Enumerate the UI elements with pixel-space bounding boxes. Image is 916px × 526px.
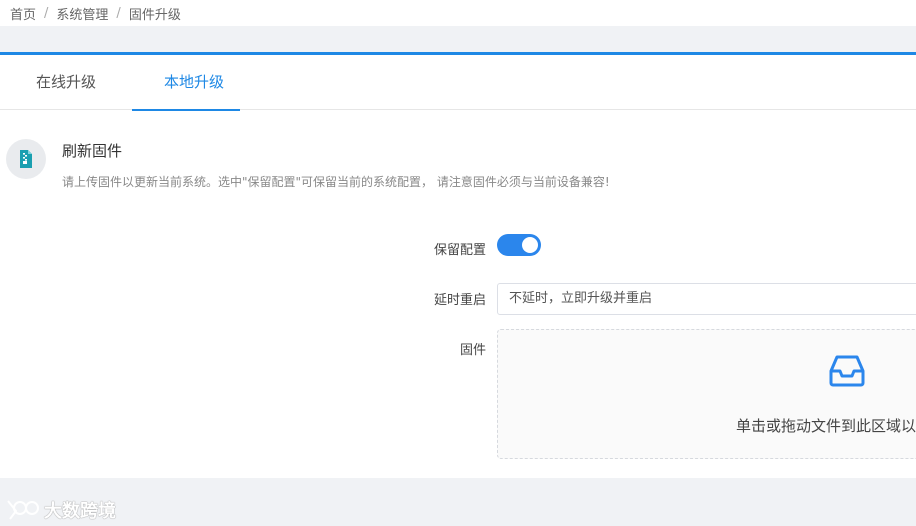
delay-reboot-label: 延时重启 — [433, 293, 486, 308]
upload-hint: 单击或拖动文件到此区域以 — [736, 417, 916, 435]
switch-knob — [522, 237, 538, 253]
watermark-text: 大数跨境 — [44, 501, 116, 522]
firmware-card: 在线升级 本地升级 刷新固件 请上传固件以更新当前系统。选中"保留配置"可保留当… — [0, 52, 916, 478]
info-title: 刷新固件 — [62, 142, 123, 160]
tab-online-upgrade[interactable]: 在线升级 — [34, 55, 98, 110]
watermark-logo-icon — [7, 500, 39, 520]
firmware-file-icon — [6, 139, 46, 179]
delay-reboot-select[interactable]: 不延时，立即升级并重启 — [497, 283, 916, 315]
breadcrumb-home[interactable]: 首页 — [10, 4, 36, 23]
keep-config-label: 保留配置 — [433, 243, 486, 258]
watermark: 大数跨境 — [6, 497, 116, 523]
keep-config-switch[interactable] — [497, 234, 541, 256]
firmware-upload-dropzone[interactable]: 单击或拖动文件到此区域以 — [497, 329, 916, 459]
breadcrumb-current: 固件升级 — [128, 7, 181, 23]
inbox-icon — [828, 352, 866, 394]
breadcrumb-separator: / — [44, 5, 49, 21]
breadcrumb-system[interactable]: 系统管理 — [56, 4, 108, 23]
breadcrumb-separator: / — [116, 5, 121, 21]
info-description: 请上传固件以更新当前系统。选中"保留配置"可保留当前的系统配置， 请注意固件必须… — [62, 175, 610, 189]
tab-local-upgrade[interactable]: 本地升级 — [131, 55, 241, 111]
firmware-label: 固件 — [459, 343, 486, 358]
breadcrumb: 首页 / 系统管理 / 固件升级 — [0, 0, 916, 26]
tab-bar: 在线升级 本地升级 — [0, 55, 916, 111]
